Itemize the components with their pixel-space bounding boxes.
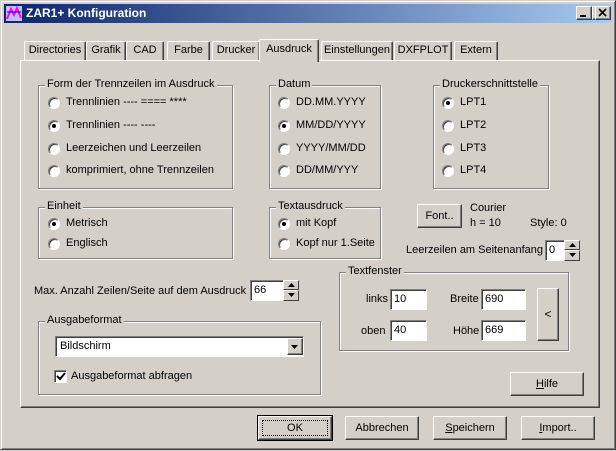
radio-label: LPT3 (460, 142, 487, 154)
breite-label: Breite (450, 293, 479, 305)
config-window: ZAR1+ Konfiguration Directories Grafik C… (0, 0, 616, 450)
font-button[interactable]: Font.. (417, 204, 462, 228)
radio-circle (48, 165, 60, 177)
radio-circle-selected (48, 120, 60, 132)
links-input[interactable]: 10 (390, 289, 427, 310)
leerzeilen-input[interactable]: 0 (545, 240, 565, 261)
panel-content: Form der Trennzeilen im Ausdruck Trennli… (1, 1, 616, 451)
textfenster-group: Textfenster (339, 265, 569, 351)
radio-label: MM/DD/YYYY (296, 119, 366, 131)
leerzeilen-spinner[interactable] (564, 240, 580, 261)
radio-circle (278, 97, 290, 109)
hilfe-label: ilfe (543, 378, 558, 390)
textausdruck-group: Textausdruck (269, 200, 381, 259)
font-style: Style: 0 (530, 217, 567, 229)
einheit-group: Einheit (38, 200, 233, 259)
radio-circle-selected (442, 97, 454, 109)
radio-label: Leerzeichen und Leerzeilen (66, 142, 202, 154)
radio-label: DD/MM/YYY (296, 164, 359, 176)
group-legend: Textausdruck (276, 200, 345, 212)
radio-label: Metrisch (66, 217, 108, 229)
radio-circle (278, 165, 290, 177)
radio-circle-selected (278, 120, 290, 132)
font-height: h = 10 (470, 217, 501, 229)
radio-label: komprimiert, ohne Trennzeilen (66, 164, 214, 176)
radio-label: LPT2 (460, 119, 487, 131)
radio-label: LPT1 (460, 96, 487, 108)
max-zeilen-input[interactable]: 66 (250, 280, 284, 301)
ausgabeformat-abfragen-checkbox[interactable] (54, 370, 67, 383)
group-legend: Druckerschnittstelle (440, 78, 540, 90)
chevron-down-icon (291, 345, 298, 349)
ausgabeformat-select[interactable]: Bildschirm (55, 336, 304, 357)
radio-circle (442, 165, 454, 177)
hilfe-mnemonic: H (535, 378, 544, 390)
group-legend: Einheit (45, 200, 83, 212)
radio-label: LPT4 (460, 164, 487, 176)
radio-circle (442, 120, 454, 132)
spin-up-button[interactable] (564, 240, 580, 250)
hoehe-input[interactable]: 669 (481, 320, 526, 341)
radio-circle (48, 238, 60, 250)
max-zeilen-spinner[interactable] (283, 280, 299, 301)
radio-label: Trennlinien ---- ==== **** (66, 96, 187, 108)
group-legend: Form der Trennzeilen im Ausdruck (45, 78, 217, 90)
radio-circle-selected (48, 218, 60, 230)
radio-circle (278, 238, 290, 250)
ausgabeformat-group: Ausgabeformat (38, 314, 321, 395)
group-legend: Datum (276, 78, 313, 90)
textfenster-arrow-button[interactable]: < (537, 288, 559, 341)
radio-circle (48, 97, 60, 109)
radio-circle (48, 143, 60, 155)
radio-label: Trennlinien ---- ---- (66, 119, 156, 131)
radio-label: DD.MM.YYYY (296, 96, 366, 108)
group-legend: Textfenster (346, 265, 404, 277)
spin-down-button[interactable] (564, 250, 580, 261)
radio-circle (278, 143, 290, 155)
radio-label: YYYY/MM/DD (296, 142, 366, 154)
radio-label: Englisch (66, 237, 108, 249)
links-label: links (366, 293, 389, 305)
radio-circle-selected (278, 218, 290, 230)
oben-label: oben (361, 325, 386, 337)
breite-input[interactable]: 690 (481, 289, 526, 310)
group-legend: Ausgabeformat (45, 314, 124, 326)
radio-circle (442, 143, 454, 155)
radio-label: mit Kopf (296, 217, 337, 229)
spin-down-button[interactable] (283, 290, 299, 301)
max-zeilen-label: Max. Anzahl Zeilen/Seite auf dem Ausdruc… (34, 285, 247, 297)
font-name: Courier (470, 202, 507, 214)
leerzeilen-label: Leerzeilen am Seitenanfang (406, 244, 543, 256)
ausgabeformat-abfragen-label: Ausgabeformat abfragen (71, 370, 193, 382)
hilfe-button[interactable]: Hilfe (510, 372, 584, 396)
spin-up-button[interactable] (283, 280, 299, 290)
checkmark-icon (56, 372, 66, 381)
oben-input[interactable]: 40 (390, 320, 427, 341)
hoehe-label: Höhe (453, 325, 480, 337)
dropdown-button[interactable] (287, 338, 303, 355)
radio-label: Kopf nur 1.Seite (296, 237, 375, 249)
